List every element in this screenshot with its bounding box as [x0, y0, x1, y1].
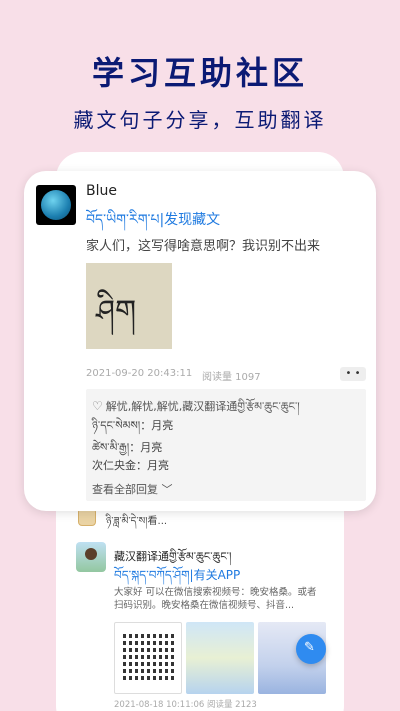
feed-row-text: ཉི་ཟླ་མི་དེ་ས།看...: [106, 516, 168, 527]
avatar[interactable]: [36, 185, 76, 225]
hero-subtitle: 藏文句子分享，互助翻译: [73, 108, 327, 132]
heart-icon[interactable]: ♡: [92, 399, 103, 413]
edit-icon: ✎: [304, 640, 315, 655]
view-all-replies-link[interactable]: 查看全部回复 ﹀: [92, 481, 173, 497]
post-image[interactable]: [186, 622, 254, 694]
post-body: 大家好 可以在微信搜索视频号：晚安格桑。或者扫码识别。晚安格桑在微信视频号、抖音…: [114, 587, 317, 611]
compose-button[interactable]: ✎: [296, 634, 326, 664]
post-question: 家人们，这写得啥意思啊？我识别不出来: [86, 239, 321, 254]
post-username[interactable]: Blue: [86, 183, 117, 199]
reply-item[interactable]: 次仁央金：月亮: [92, 457, 169, 473]
post-photo[interactable]: ཤིག: [86, 263, 172, 349]
replies-panel: ♡ 解忧,解忧,解忧,藏汉翻译通གྱི་རྩོམ་ཆུང་ཆུང་། ཉི་དང་…: [86, 389, 366, 501]
photo-handwriting: ཤིག: [95, 289, 136, 336]
avatar[interactable]: [76, 542, 106, 572]
qr-code-image[interactable]: [114, 622, 182, 694]
post-images: [114, 622, 330, 694]
chevron-down-icon: ﹀: [158, 483, 173, 496]
post-time: 2021-09-20 20:43:11: [86, 368, 193, 379]
main-post-card[interactable]: Blue བོད་ཡིག་རིག་པ|发现藏文 家人们，这写得啥意思啊？我识别不…: [24, 171, 376, 511]
more-options-button[interactable]: • •: [340, 367, 366, 381]
hero-title: 学习互助社区: [91, 54, 308, 92]
post-meta: 2021-08-18 10:11:06 阅读量 2123: [114, 700, 257, 710]
post-views: 阅读量 1097: [202, 372, 261, 383]
feed-post[interactable]: 藏汉翻译通གྱི་རྩོམ་ཆུང་ཆུང་། བོད་སྐད་བཀོད་ཤོག…: [72, 536, 342, 711]
view-all-label: 查看全部回复: [92, 483, 158, 496]
likes-list: 解忧,解忧,解忧,藏汉翻译通གྱི་རྩོམ་ཆུང་ཆུང་།: [105, 400, 300, 413]
